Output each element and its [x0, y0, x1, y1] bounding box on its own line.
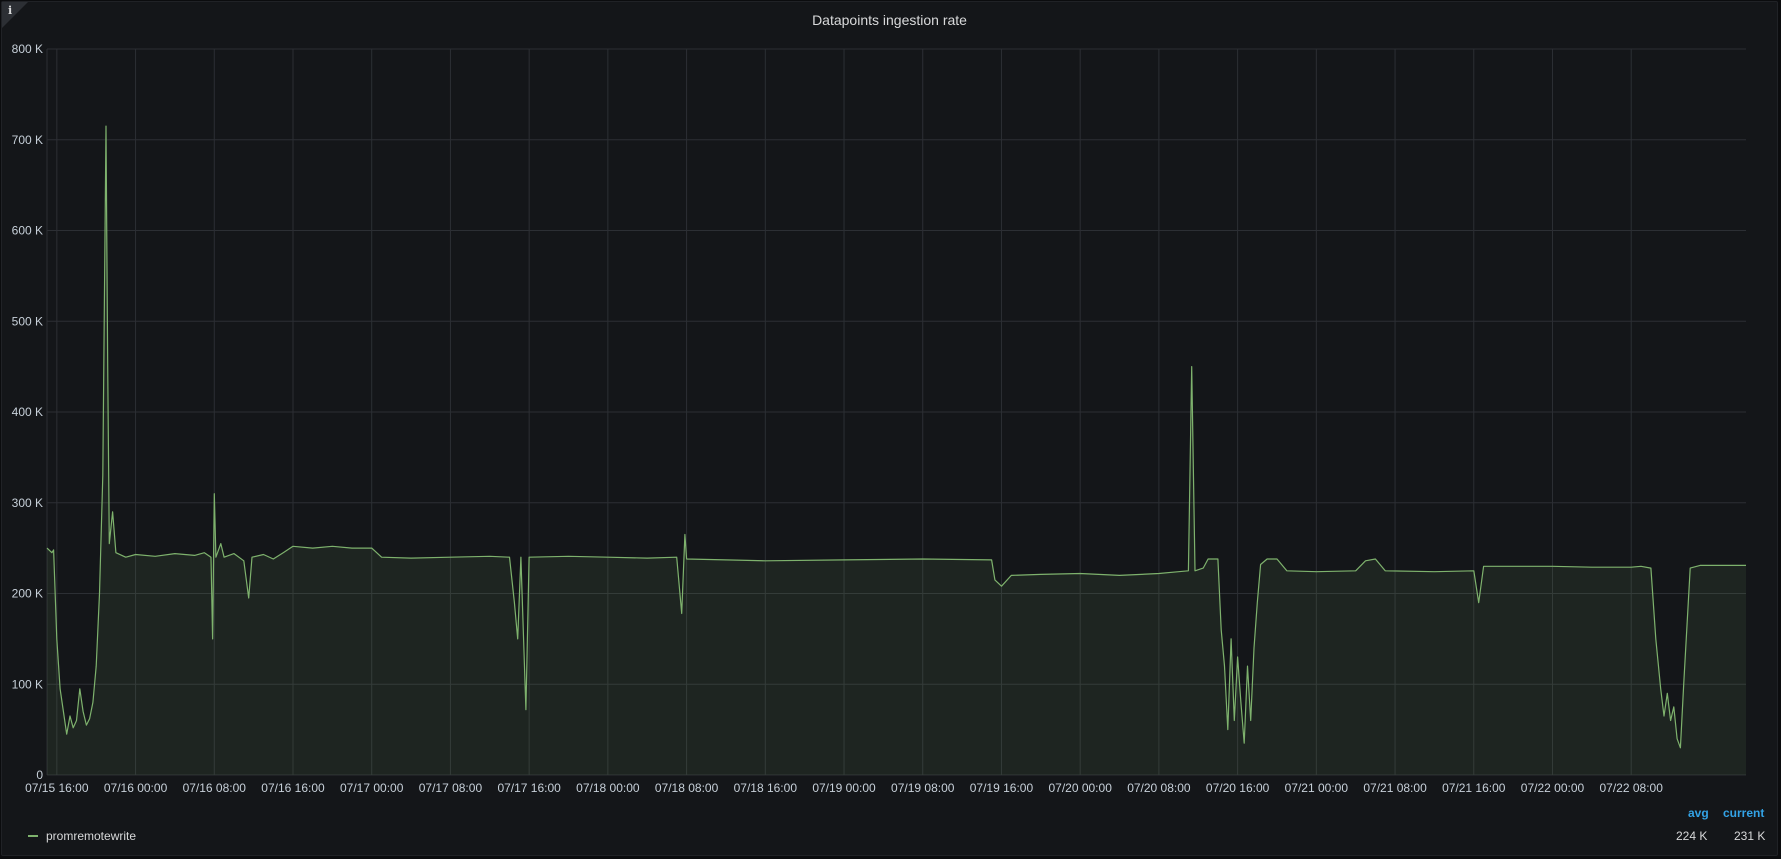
x-tick-label: 07/21 00:00: [1285, 781, 1349, 795]
legend-avg-value: 224 K: [1676, 829, 1708, 843]
x-tick-label: 07/17 08:00: [419, 781, 483, 795]
x-tick-label: 07/21 08:00: [1363, 781, 1427, 795]
x-tick-label: 07/19 16:00: [970, 781, 1034, 795]
x-tick-label: 07/20 08:00: [1127, 781, 1191, 795]
legend-swatch: [28, 835, 38, 837]
x-tick-label: 07/16 00:00: [104, 781, 168, 795]
x-tick-label: 07/20 00:00: [1048, 781, 1112, 795]
y-axis: 0 100 K 200 K 300 K 400 K 500 K 600 K 700 K 800 …: [12, 42, 44, 782]
x-axis: 07/15 16:00 07/16 00:00 07/16 08:00 07/16 1…: [25, 781, 1663, 795]
series-area: [47, 126, 1746, 776]
x-tick-label: 07/17 16:00: [497, 781, 561, 795]
x-tick-label: 07/16 16:00: [261, 781, 325, 795]
chart-canvas: 0 100 K 200 K 300 K 400 K 500 K 600 K 700 K 800 …: [12, 42, 1746, 795]
y-tick-label: 200 K: [12, 587, 43, 601]
x-tick-label: 07/22 00:00: [1521, 781, 1585, 795]
y-tick-label: 400 K: [12, 405, 43, 419]
legend-series-name: promremotewrite: [46, 829, 137, 843]
y-tick-label: 700 K: [12, 133, 43, 147]
y-tick-label: 100 K: [12, 677, 43, 691]
x-tick-label: 07/16 08:00: [183, 781, 247, 795]
x-tick-label: 07/18 16:00: [734, 781, 798, 795]
x-tick-label: 07/21 16:00: [1442, 781, 1506, 795]
x-tick-label: 07/20 16:00: [1206, 781, 1270, 795]
legend-current-value: 231 K: [1734, 829, 1766, 843]
legend-item[interactable]: promremotewrite: [28, 829, 136, 843]
x-tick-label: 07/22 08:00: [1599, 781, 1663, 795]
legend-header-avg[interactable]: avg: [1688, 806, 1709, 820]
x-tick-label: 07/19 08:00: [891, 781, 955, 795]
y-tick-label: 500 K: [12, 314, 43, 328]
y-tick-label: 0: [36, 768, 43, 782]
x-tick-label: 07/19 00:00: [812, 781, 876, 795]
y-tick-label: 800 K: [12, 42, 43, 56]
x-tick-label: 07/15 16:00: [25, 781, 89, 795]
y-tick-label: 600 K: [12, 224, 43, 238]
x-tick-label: 07/18 08:00: [655, 781, 719, 795]
y-tick-label: 300 K: [12, 496, 43, 510]
legend-header-current[interactable]: current: [1723, 806, 1764, 820]
x-tick-label: 07/18 00:00: [576, 781, 640, 795]
series-fill: [47, 126, 1746, 776]
x-tick-label: 07/17 00:00: [340, 781, 404, 795]
